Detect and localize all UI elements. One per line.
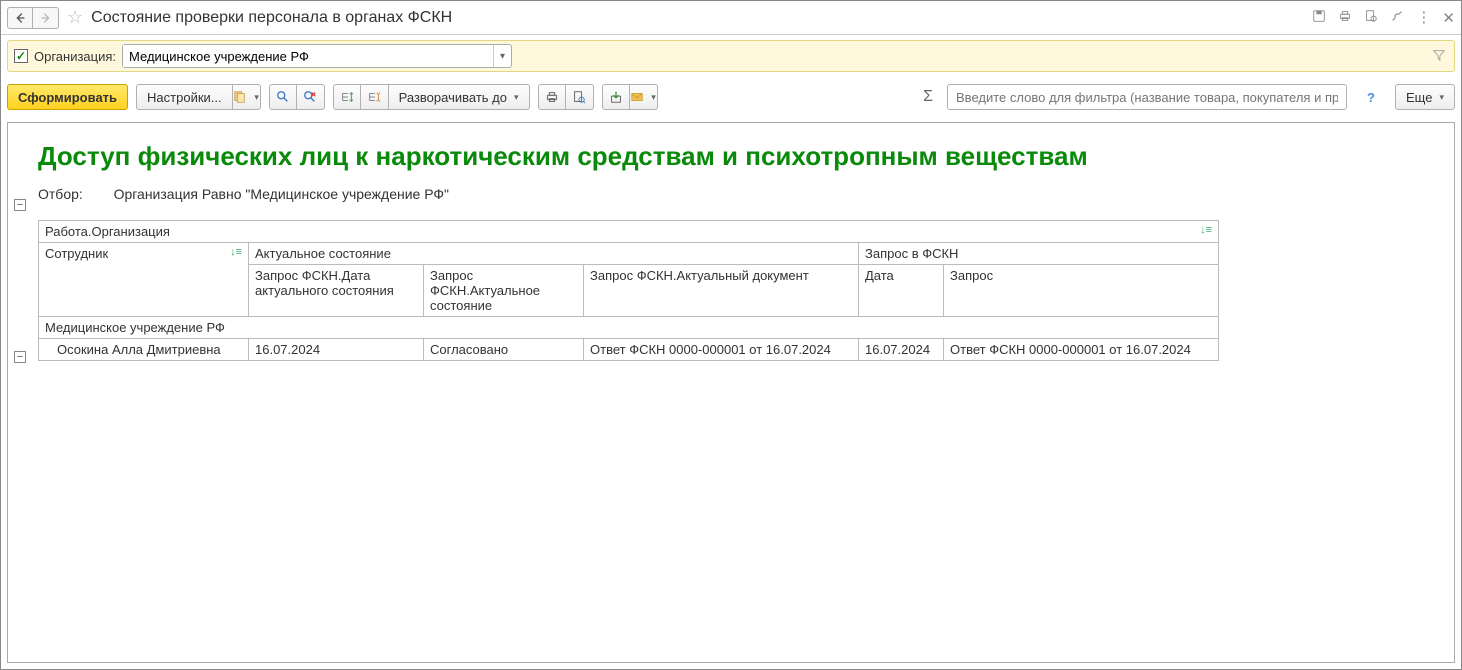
- chevron-down-icon: ▾: [1439, 92, 1444, 103]
- chevron-down-icon: ▾: [514, 92, 519, 103]
- col-sub-req-date: Дата: [865, 268, 894, 283]
- org-filter-label: Организация:: [34, 49, 116, 64]
- cell-actual: Согласовано: [430, 342, 508, 357]
- header-row-1: Работа.Организация ↓≡: [39, 221, 1219, 243]
- col-employee: Сотрудник: [45, 246, 108, 261]
- cell-doc: Ответ ФСКН 0000-000001 от 16.07.2024: [590, 342, 831, 357]
- cell-date-state: 16.07.2024: [255, 342, 320, 357]
- favorite-star-icon[interactable]: ☆: [67, 7, 83, 28]
- link-icon[interactable]: [1390, 9, 1404, 27]
- generate-button[interactable]: Сформировать: [7, 84, 128, 110]
- settings-variants-button[interactable]: ▾: [233, 84, 261, 110]
- header-row-2: Сотрудник ↓≡ Актуальное состояние Запрос…: [39, 243, 1219, 265]
- print-icon[interactable]: [1338, 9, 1352, 27]
- col-sub-req: Запрос: [950, 268, 993, 283]
- find-clear-button[interactable]: [297, 84, 325, 110]
- col-group: Работа.Организация: [45, 224, 170, 239]
- col-sub-date-state: Запрос ФСКН.Дата актуального состояния: [255, 268, 394, 298]
- settings-label: Настройки...: [147, 90, 222, 105]
- report-scroll[interactable]: − − Доступ физических лиц к наркотически…: [8, 123, 1454, 662]
- forward-button[interactable]: [33, 7, 59, 29]
- generate-label: Сформировать: [18, 90, 117, 105]
- chevron-down-icon: ▾: [254, 92, 259, 103]
- org-input[interactable]: [123, 45, 493, 67]
- settings-button[interactable]: Настройки...: [136, 84, 233, 110]
- nav-group: [7, 7, 59, 29]
- help-icon[interactable]: ?: [1361, 87, 1381, 107]
- send-email-button[interactable]: ▾: [630, 84, 658, 110]
- print-preview-button[interactable]: [566, 84, 594, 110]
- report-content: Доступ физических лиц к наркотическим ср…: [8, 123, 1454, 371]
- title-right-group: ⋮ ✕: [1312, 9, 1455, 27]
- sort-icon[interactable]: ↓≡: [1200, 224, 1212, 236]
- sum-icon[interactable]: Σ: [923, 88, 933, 106]
- chevron-down-icon: ▾: [651, 92, 656, 103]
- search-filter-input[interactable]: [947, 84, 1347, 110]
- org-dropdown-icon[interactable]: ▾: [493, 45, 511, 67]
- window-title: Состояние проверки персонала в органах Ф…: [91, 9, 452, 27]
- report-table: Работа.Организация ↓≡ Сотрудник ↓≡ Актуа…: [38, 220, 1219, 361]
- back-button[interactable]: [7, 7, 33, 29]
- preview-icon[interactable]: [1364, 9, 1378, 27]
- titlebar: ☆ Состояние проверки персонала в органах…: [1, 1, 1461, 35]
- funnel-icon[interactable]: [1432, 48, 1446, 65]
- close-button[interactable]: ✕: [1442, 9, 1455, 27]
- report-filter-line: Отбор: Организация Равно "Медицинское уч…: [38, 186, 1440, 202]
- more-button[interactable]: Еще ▾: [1395, 84, 1455, 110]
- collapse-button[interactable]: [361, 84, 389, 110]
- org-filter-checkbox[interactable]: [14, 49, 28, 63]
- col-actual-state: Актуальное состояние: [255, 246, 391, 261]
- table-data-row[interactable]: Осокина Алла Дмитриевна 16.07.2024 Согла…: [39, 339, 1219, 361]
- toolbar: Сформировать Настройки... ▾: [1, 78, 1461, 116]
- filter-label: Отбор:: [38, 186, 98, 202]
- col-sub-actual: Запрос ФСКН.Актуальное состояние: [430, 268, 540, 313]
- group-cell: Медицинское учреждение РФ: [45, 320, 225, 335]
- more-menu-icon[interactable]: ⋮: [1416, 10, 1430, 25]
- org-combo: ▾: [122, 44, 512, 68]
- save-icon[interactable]: [1312, 9, 1326, 27]
- report-title: Доступ физических лиц к наркотическим ср…: [38, 141, 1440, 172]
- cell-req-date: 16.07.2024: [865, 342, 930, 357]
- cell-employee: Осокина Алла Дмитриевна: [57, 342, 221, 357]
- sort-icon[interactable]: ↓≡: [230, 246, 242, 258]
- collapse-handle-group[interactable]: −: [14, 351, 26, 363]
- app-window: ☆ Состояние проверки персонала в органах…: [0, 0, 1462, 670]
- col-sub-doc: Запрос ФСКН.Актуальный документ: [590, 268, 809, 283]
- col-request-fskn: Запрос в ФСКН: [865, 246, 958, 261]
- find-button[interactable]: [269, 84, 297, 110]
- expand-to-label: Разворачивать до: [399, 90, 507, 105]
- cell-req: Ответ ФСКН 0000-000001 от 16.07.2024: [950, 342, 1191, 357]
- save-report-button[interactable]: [602, 84, 630, 110]
- filter-value: Организация Равно "Медицинское учреждени…: [114, 186, 449, 202]
- table-group-row[interactable]: Медицинское учреждение РФ: [39, 317, 1219, 339]
- expand-button[interactable]: [333, 84, 361, 110]
- expand-to-button[interactable]: Разворачивать до ▾: [389, 84, 530, 110]
- print-button[interactable]: [538, 84, 566, 110]
- more-label: Еще: [1406, 90, 1432, 105]
- quick-filter-panel: Организация: ▾: [7, 40, 1455, 72]
- collapse-handle-report[interactable]: −: [14, 199, 26, 211]
- report-area: − − Доступ физических лиц к наркотически…: [7, 122, 1455, 663]
